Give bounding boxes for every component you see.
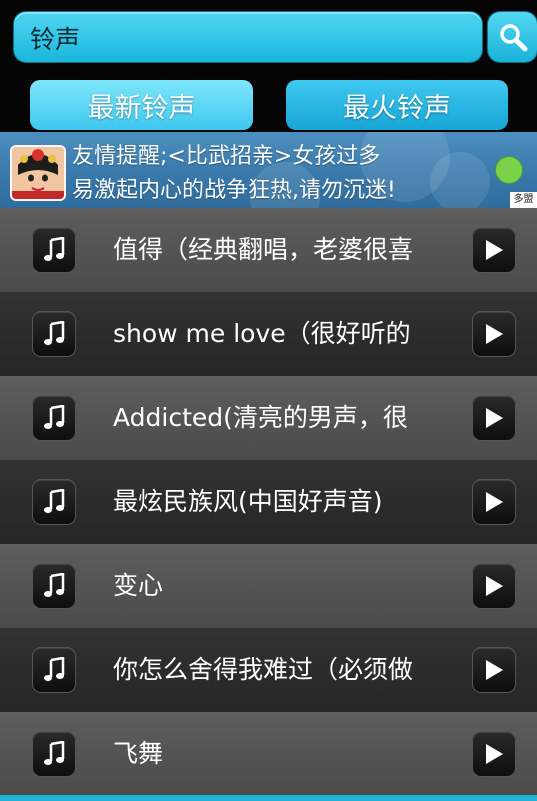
search-input[interactable]: [28, 12, 472, 64]
play-icon: [486, 660, 503, 680]
ad-text-line-2: 易激起内心的战争狂热,请勿沉迷!: [72, 178, 396, 203]
music-note-icon: [33, 480, 75, 524]
play-icon: [486, 576, 503, 596]
play-icon: [486, 744, 503, 764]
ringtone-title: 你怎么舍得我难过（必须做: [113, 655, 414, 684]
play-icon: [486, 324, 503, 344]
tab-latest-ringtones[interactable]: 最新铃声: [30, 80, 253, 130]
list-item[interactable]: 变心: [0, 544, 537, 628]
list-item[interactable]: 最炫民族风(中国好声音): [0, 460, 537, 544]
play-icon: [486, 408, 503, 428]
ringtone-list: 值得（经典翻唱，老婆很喜 show me love（很好听的 Addicted(…: [0, 208, 537, 796]
ad-text-line-1: 友情提醒;<比武招亲>女孩过多: [72, 144, 381, 169]
play-button[interactable]: [473, 312, 515, 356]
play-button[interactable]: [473, 228, 515, 272]
ad-brand-label: 多盟: [510, 192, 537, 208]
search-icon: [499, 24, 527, 52]
ringtone-title: 最炫民族风(中国好声音): [113, 487, 383, 516]
play-icon: [486, 492, 503, 512]
search-button[interactable]: [488, 12, 537, 62]
list-item[interactable]: Addicted(清亮的男声，很: [0, 376, 537, 460]
play-button[interactable]: [473, 480, 515, 524]
music-note-icon: [33, 228, 75, 272]
ringtone-title: 变心: [113, 571, 164, 600]
bottom-accent-strip: [0, 795, 537, 801]
search-field[interactable]: [14, 12, 482, 64]
list-item[interactable]: 飞舞: [0, 712, 537, 796]
ringtone-title: Addicted(清亮的男声，很: [113, 403, 408, 432]
ringtone-title: show me love（很好听的: [113, 319, 411, 348]
music-note-icon: [33, 732, 75, 776]
ad-banner[interactable]: 友情提醒;<比武招亲>女孩过多 易激起内心的战争狂热,请勿沉迷!: [0, 132, 537, 208]
music-note-icon: [33, 312, 75, 356]
ad-bubble: [430, 152, 490, 208]
music-note-icon: [33, 396, 75, 440]
play-button[interactable]: [473, 648, 515, 692]
music-note-icon: [33, 648, 75, 692]
play-icon: [486, 240, 503, 260]
play-button[interactable]: [473, 564, 515, 608]
music-note-icon: [33, 564, 75, 608]
play-button[interactable]: [473, 396, 515, 440]
ad-avatar-image: [10, 145, 66, 201]
top-bar: 最新铃声 最火铃声: [0, 0, 537, 132]
ad-status-dot: [495, 156, 523, 184]
list-item[interactable]: 你怎么舍得我难过（必须做: [0, 628, 537, 712]
list-item[interactable]: 值得（经典翻唱，老婆很喜: [0, 208, 537, 292]
list-item[interactable]: show me love（很好听的: [0, 292, 537, 376]
tab-hottest-ringtones[interactable]: 最火铃声: [286, 80, 508, 130]
play-button[interactable]: [473, 732, 515, 776]
ringtone-title: 值得（经典翻唱，老婆很喜: [113, 235, 414, 264]
ringtone-title: 飞舞: [113, 739, 164, 768]
